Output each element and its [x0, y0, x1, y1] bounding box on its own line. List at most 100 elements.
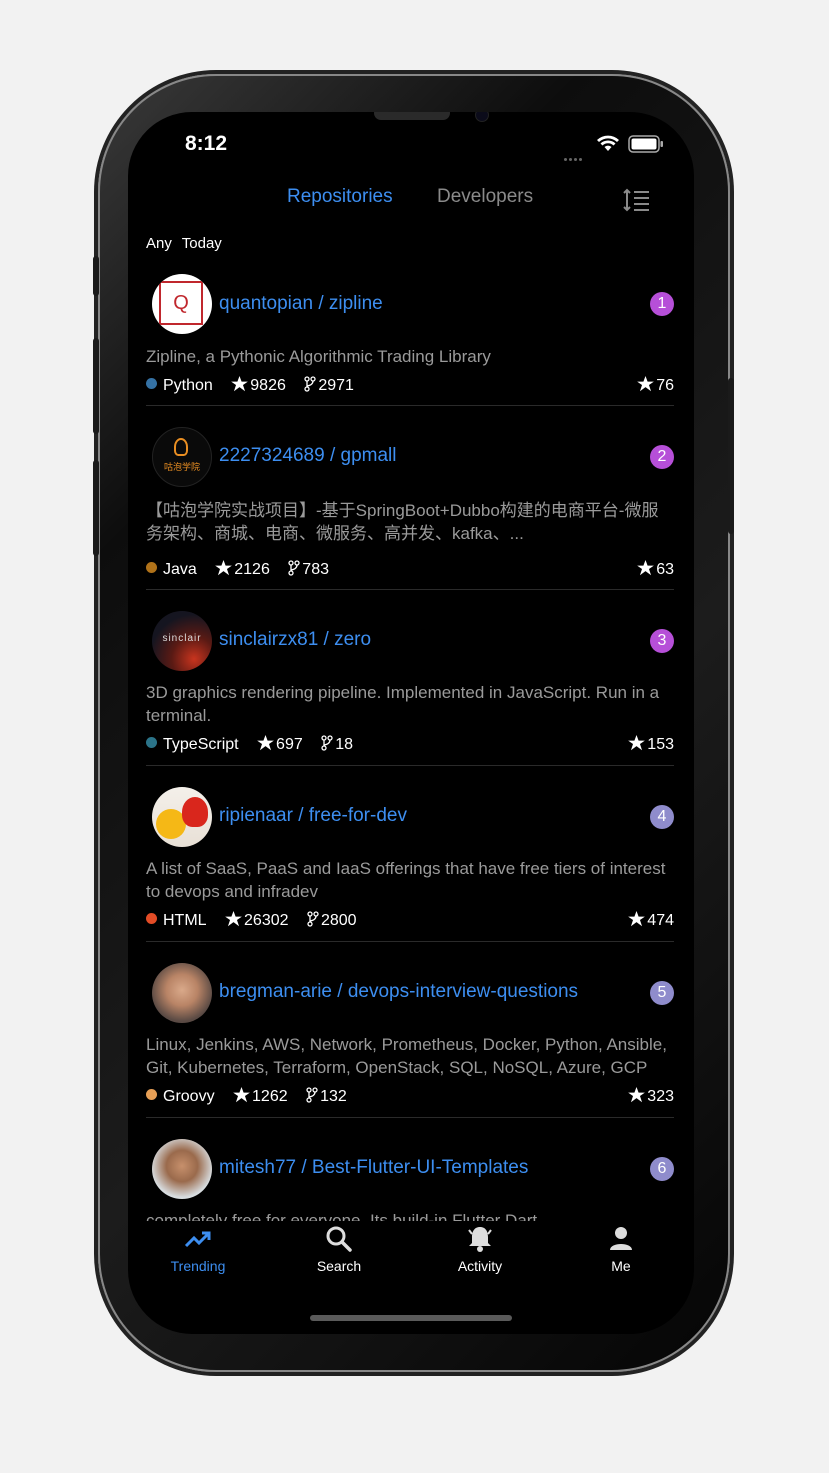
home-indicator[interactable]	[310, 1315, 512, 1321]
repo-meta: Java 2126 783 63	[146, 559, 674, 581]
star-icon	[233, 1086, 250, 1103]
bottom-nav: Trending Search Activity Me	[128, 1224, 694, 1304]
red-bird-icon	[182, 797, 208, 827]
star-count: 697	[276, 736, 303, 753]
rank-badge: 3	[650, 629, 674, 653]
star-icon	[637, 559, 655, 576]
fork-count: 783	[302, 561, 329, 578]
speaker	[374, 112, 450, 120]
star-count: 26302	[244, 912, 289, 929]
person-icon	[610, 1227, 632, 1250]
today-star-count: 76	[656, 377, 674, 394]
star-icon	[225, 910, 242, 927]
fork-count: 2800	[320, 912, 357, 929]
nav-label: Search	[316, 1258, 362, 1274]
fork-icon	[304, 376, 316, 392]
star-count: 1262	[252, 1088, 288, 1105]
today-star-count: 63	[656, 561, 674, 578]
repo-avatar: 咕泡学院	[152, 427, 212, 487]
repo-language: Groovy	[163, 1088, 215, 1105]
repo-name[interactable]: ripienaar / free-for-dev	[219, 805, 407, 827]
fork-icon	[288, 560, 300, 576]
star-count: 2126	[234, 561, 270, 578]
filter-bar: Any Today	[146, 235, 228, 252]
language-dot	[146, 378, 157, 390]
star-icon	[637, 375, 655, 392]
tab-repositories[interactable]: Repositories	[287, 186, 393, 208]
language-dot	[146, 913, 157, 925]
repo-meta: Groovy 1262 132 323	[146, 1086, 674, 1108]
top-tabs: Repositories Developers	[128, 186, 694, 216]
filter-period[interactable]: Today	[182, 235, 222, 252]
star-icon	[257, 734, 274, 751]
repo-avatar	[152, 963, 212, 1023]
lightbulb-icon	[174, 438, 188, 456]
volume-up-button	[93, 338, 99, 434]
repo-language: TypeScript	[163, 736, 239, 753]
search-icon	[326, 1226, 352, 1252]
language-dot	[146, 1089, 157, 1101]
today-star-count: 323	[647, 1088, 674, 1105]
rank-badge: 5	[650, 981, 674, 1005]
nav-trending[interactable]: Trending	[148, 1224, 248, 1274]
repo-list: Q quantopian / zipline 1 Zipline, a Pyth…	[146, 264, 674, 1221]
repo-item[interactable]: sinclair sinclairzx81 / zero 3 3D graphi…	[146, 590, 674, 766]
battery-icon	[628, 135, 663, 153]
trending-icon	[184, 1231, 211, 1248]
repo-item[interactable]: 咕泡学院 2227324689 / gpmall 2 【咕泡学院实战项目】-基于…	[146, 406, 674, 590]
star-icon	[215, 559, 233, 576]
filter-language[interactable]: Any	[146, 235, 172, 252]
bell-icon	[468, 1227, 492, 1252]
rank-badge: 2	[650, 445, 674, 469]
star-icon	[628, 910, 646, 927]
repo-meta: HTML 26302 2800 474	[146, 910, 674, 932]
fork-count: 18	[335, 736, 353, 753]
star-icon	[628, 1086, 646, 1103]
avatar-logo: 咕泡学院	[163, 462, 200, 472]
sort-icon[interactable]	[622, 188, 650, 212]
repo-item[interactable]: mitesh77 / Best-Flutter-UI-Templates 6 c…	[146, 1118, 674, 1221]
nav-activity[interactable]: Activity	[430, 1224, 530, 1274]
repo-item[interactable]: bregman-arie / devops-interview-question…	[146, 942, 674, 1118]
repo-name[interactable]: 2227324689 / gpmall	[219, 445, 396, 467]
repo-language: Python	[163, 377, 213, 394]
today-star-count: 474	[647, 912, 674, 929]
nav-me[interactable]: Me	[571, 1224, 671, 1274]
nav-search[interactable]: Search	[289, 1224, 389, 1274]
language-dot	[146, 737, 157, 749]
repo-avatar	[152, 1139, 212, 1199]
status-time: 8:12	[185, 132, 228, 155]
repo-name[interactable]: mitesh77 / Best-Flutter-UI-Templates	[219, 1157, 528, 1179]
repo-description: 【咕泡学院实战项目】-基于SpringBoot+Dubbo构建的电商平台-微服务…	[146, 501, 659, 543]
language-dot	[146, 562, 157, 574]
repo-description: 3D graphics rendering pipeline. Implemen…	[146, 683, 660, 725]
repo-language: HTML	[163, 912, 207, 929]
fork-icon	[307, 911, 319, 927]
volume-down-button	[93, 460, 99, 556]
repo-name[interactable]: quantopian / zipline	[219, 293, 383, 315]
star-count: 9826	[250, 377, 286, 394]
app-screen: 8:12 Repositories Developers Any Today Q…	[128, 112, 694, 1334]
repo-avatar	[152, 787, 212, 847]
avatar-logo: sinclair	[162, 633, 202, 644]
fork-count: 2971	[318, 377, 354, 394]
fork-icon	[306, 1087, 318, 1103]
repo-item[interactable]: Q quantopian / zipline 1 Zipline, a Pyth…	[146, 264, 674, 406]
nav-label: Trending	[170, 1258, 226, 1274]
repo-language: Java	[163, 561, 197, 578]
fork-icon	[321, 735, 333, 751]
rank-badge: 4	[650, 805, 674, 829]
tab-developers[interactable]: Developers	[437, 186, 533, 208]
rank-badge: 1	[650, 292, 674, 316]
repo-meta: TypeScript 697 18 153	[146, 734, 674, 756]
repo-item[interactable]: ripienaar / free-for-dev 4 A list of Saa…	[146, 766, 674, 942]
repo-description: completely free for everyone. Its build-…	[146, 1211, 538, 1221]
repo-name[interactable]: sinclairzx81 / zero	[219, 629, 371, 651]
power-button	[728, 378, 734, 534]
mute-switch	[93, 256, 99, 296]
rank-badge: 6	[650, 1157, 674, 1181]
fork-count: 132	[320, 1088, 347, 1105]
star-icon	[628, 734, 646, 751]
star-icon	[231, 375, 249, 392]
repo-name[interactable]: bregman-arie / devops-interview-question…	[219, 981, 578, 1003]
